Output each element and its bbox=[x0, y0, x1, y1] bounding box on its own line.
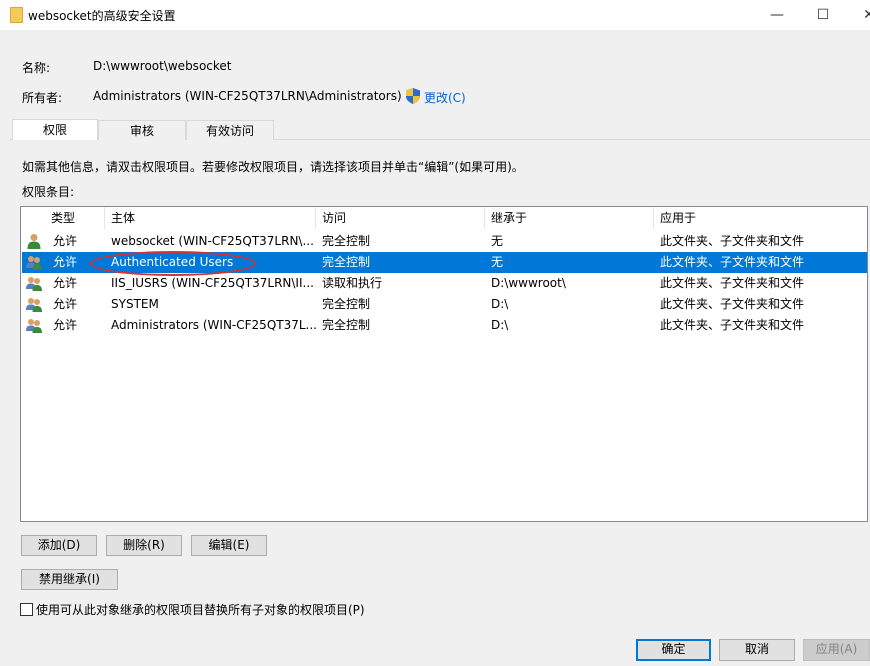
title-bar: websocket的高级安全设置 — ☐ ✕ bbox=[0, 0, 870, 30]
replace-child-permissions-checkbox[interactable] bbox=[20, 603, 33, 616]
cell-type: 允许 bbox=[53, 297, 78, 311]
cell-type: 允许 bbox=[53, 318, 78, 332]
change-owner-link[interactable]: 更改(C) bbox=[424, 89, 466, 106]
cell-inherited-from: D:\ bbox=[491, 318, 509, 332]
cell-inherited-from: D:\wwwroot\ bbox=[491, 276, 566, 290]
instructions-text: 如需其他信息，请双击权限项目。若要修改权限项目，请选择该项目并单击“编辑”(如果… bbox=[22, 160, 524, 174]
disable-inheritance-button[interactable]: 禁用继承(I) bbox=[21, 569, 118, 590]
cell-inherited-from: 无 bbox=[491, 255, 504, 269]
cell-principal: Administrators (WIN-CF25QT37L... bbox=[111, 318, 316, 332]
cell-access: 完全控制 bbox=[322, 297, 371, 311]
ok-button[interactable]: 确定 bbox=[636, 639, 711, 661]
cell-applies-to: 此文件夹、子文件夹和文件 bbox=[660, 318, 805, 332]
name-value: D:\wwwroot\websocket bbox=[93, 59, 232, 73]
tab-permissions[interactable]: 权限 bbox=[12, 119, 98, 140]
group-icon bbox=[26, 277, 42, 291]
name-label: 名称: bbox=[22, 61, 51, 75]
column-header-access[interactable]: 访问 bbox=[316, 207, 485, 229]
cell-applies-to: 此文件夹、子文件夹和文件 bbox=[660, 255, 805, 269]
cell-applies-to: 此文件夹、子文件夹和文件 bbox=[660, 276, 805, 290]
cell-type: 允许 bbox=[53, 276, 78, 290]
entries-label: 权限条目: bbox=[22, 185, 75, 199]
column-header-type[interactable]: 类型 bbox=[45, 207, 105, 229]
uac-shield-icon bbox=[406, 88, 420, 104]
edit-button[interactable]: 编辑(E) bbox=[191, 535, 267, 556]
cell-access: 完全控制 bbox=[322, 255, 371, 269]
apply-button[interactable]: 应用(A) bbox=[803, 639, 870, 661]
table-row[interactable]: 允许 Administrators (WIN-CF25QT37L... 完全控制… bbox=[22, 315, 867, 336]
replace-child-permissions-label: 使用可从此对象继承的权限项目替换所有子对象的权限项目(P) bbox=[36, 603, 365, 617]
group-icon bbox=[26, 319, 42, 333]
cell-access: 完全控制 bbox=[322, 318, 371, 332]
table-row[interactable]: 允许 websocket (WIN-CF25QT37LRN\... 完全控制 无… bbox=[22, 231, 867, 252]
add-button[interactable]: 添加(D) bbox=[21, 535, 97, 556]
table-row[interactable]: 允许 IIS_IUSRS (WIN-CF25QT37LRN\II... 读取和执… bbox=[22, 273, 867, 294]
cell-applies-to: 此文件夹、子文件夹和文件 bbox=[660, 234, 805, 248]
minimize-button[interactable]: — bbox=[754, 0, 800, 30]
cell-type: 允许 bbox=[53, 234, 78, 248]
user-icon bbox=[27, 234, 41, 249]
cell-inherited-from: D:\ bbox=[491, 297, 509, 311]
group-icon bbox=[26, 298, 42, 312]
tab-auditing[interactable]: 审核 bbox=[98, 120, 186, 140]
maximize-button[interactable]: ☐ bbox=[800, 0, 846, 30]
table-row[interactable]: 允许 SYSTEM 完全控制 D:\ 此文件夹、子文件夹和文件 bbox=[22, 294, 867, 315]
remove-button[interactable]: 删除(R) bbox=[106, 535, 182, 556]
column-header-inherited-from[interactable]: 继承于 bbox=[485, 207, 654, 229]
cell-principal: IIS_IUSRS (WIN-CF25QT37LRN\II... bbox=[111, 276, 314, 290]
column-header-principal[interactable]: 主体 bbox=[105, 207, 316, 229]
cell-access: 读取和执行 bbox=[322, 276, 383, 290]
cell-principal: websocket (WIN-CF25QT37LRN\... bbox=[111, 234, 314, 248]
owner-value: Administrators (WIN-CF25QT37LRN\Administ… bbox=[93, 89, 402, 103]
cancel-button[interactable]: 取消 bbox=[719, 639, 795, 661]
red-annotation-circle bbox=[90, 251, 256, 276]
window-title: websocket的高级安全设置 bbox=[28, 9, 176, 23]
cell-applies-to: 此文件夹、子文件夹和文件 bbox=[660, 297, 805, 311]
cell-principal: SYSTEM bbox=[111, 297, 159, 311]
group-icon bbox=[26, 256, 42, 270]
cell-access: 完全控制 bbox=[322, 234, 371, 248]
column-header-applies-to[interactable]: 应用于 bbox=[654, 207, 867, 229]
folder-icon bbox=[10, 7, 23, 23]
tab-effective-access[interactable]: 有效访问 bbox=[186, 120, 274, 140]
close-button[interactable]: ✕ bbox=[846, 0, 870, 30]
cell-inherited-from: 无 bbox=[491, 234, 504, 248]
owner-label: 所有者: bbox=[22, 91, 63, 105]
cell-type: 允许 bbox=[53, 255, 78, 269]
